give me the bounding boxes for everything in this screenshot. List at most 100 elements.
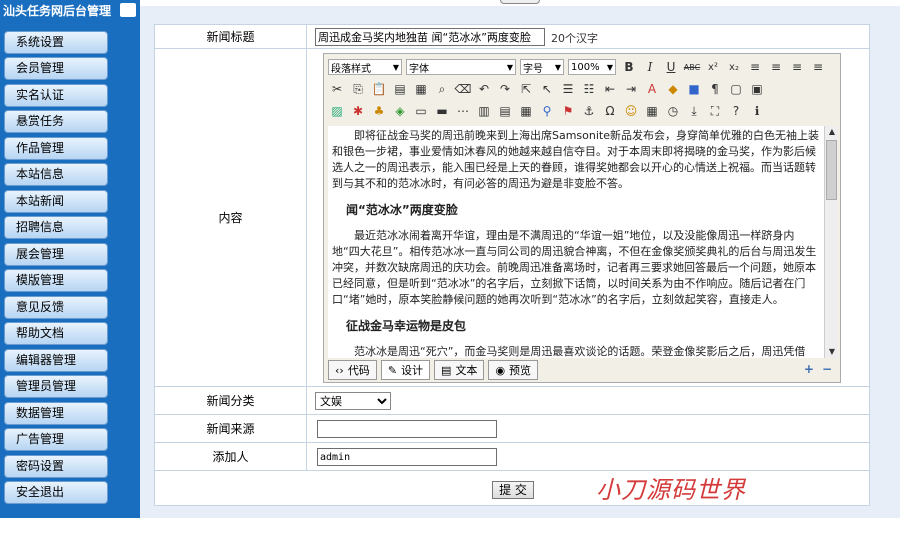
font-size-select[interactable]: 字号 ▼ — [520, 59, 564, 75]
frame-toggle-grip[interactable] — [500, 0, 540, 4]
superscript-button[interactable]: x² — [704, 58, 722, 76]
sidebar-item-ads[interactable]: 广告管理 — [4, 428, 108, 451]
align-center-button[interactable]: ≡ — [767, 58, 785, 76]
copy-icon[interactable]: ⎘ — [349, 80, 367, 98]
sidebar-item-works[interactable]: 作品管理 — [4, 137, 108, 160]
scroll-down-icon[interactable]: ▼ — [825, 346, 839, 358]
sidebar-collapse-tab[interactable] — [120, 3, 136, 17]
unlink-icon[interactable]: ⚑ — [559, 102, 577, 120]
editor-mode-tabs: ‹› 代码 ✎ 设计 ▤ 文本 ◉ 预览 — [328, 360, 542, 380]
find-icon[interactable]: ⌕ — [433, 80, 451, 98]
paragraph-style-select[interactable]: 段落样式 ▼ — [328, 59, 402, 75]
eraser-icon[interactable]: ⌫ — [454, 80, 472, 98]
category-select[interactable]: 文娱 — [315, 392, 391, 410]
format-icon[interactable]: ¶ — [706, 80, 724, 98]
scroll-up-icon[interactable]: ▲ — [825, 126, 839, 138]
emoji-icon[interactable]: ☺ — [622, 102, 640, 120]
paste-word-icon[interactable]: ▦ — [412, 80, 430, 98]
about-icon[interactable]: ℹ — [748, 102, 766, 120]
strikethrough-button[interactable]: ABC — [683, 58, 701, 76]
date-icon[interactable]: ▦ — [643, 102, 661, 120]
align-justify-button[interactable]: ≡ — [809, 58, 827, 76]
content-heading: 征战金马幸运物是皮包 — [346, 319, 467, 333]
tab-preview[interactable]: ◉ 预览 — [488, 360, 539, 380]
align-left-button[interactable]: ≡ — [746, 58, 764, 76]
flash-icon[interactable]: ✱ — [349, 102, 367, 120]
hr-icon[interactable]: ▬ — [433, 102, 451, 120]
code-icon: ‹› — [335, 363, 344, 377]
ordered-list-icon[interactable]: ☰ — [559, 80, 577, 98]
frame-icon[interactable]: ▣ — [748, 80, 766, 98]
align-right-button[interactable]: ≡ — [788, 58, 806, 76]
sidebar-item-jobs[interactable]: 招聘信息 — [4, 216, 108, 239]
sidebar-item-editor-management[interactable]: 编辑器管理 — [4, 349, 108, 372]
sidebar-item-verification[interactable]: 实名认证 — [4, 84, 108, 107]
expand-icon[interactable]: + — [804, 362, 814, 376]
zoom-select[interactable]: 100% ▼ — [568, 59, 616, 75]
paste-icon[interactable]: 📋 — [370, 80, 388, 98]
sidebar-item-reward-tasks[interactable]: 悬赏任务 — [4, 110, 108, 133]
sidebar-item-system-settings[interactable]: 系统设置 — [4, 31, 108, 54]
sidebar-item-exhibitions[interactable]: 展会管理 — [4, 243, 108, 266]
help-icon[interactable]: ? — [727, 102, 745, 120]
outdent-icon[interactable]: ⇤ — [601, 80, 619, 98]
tab-text[interactable]: ▤ 文本 — [434, 360, 485, 380]
media-icon[interactable]: ♣ — [370, 102, 388, 120]
font-family-select[interactable]: 字体 ▼ — [406, 59, 516, 75]
sidebar-item-member-management[interactable]: 会员管理 — [4, 57, 108, 80]
box-icon[interactable]: ▢ — [727, 80, 745, 98]
highlight-icon[interactable]: ◆ — [664, 80, 682, 98]
sidebar-item-site-info[interactable]: 本站信息 — [4, 163, 108, 186]
indent-icon[interactable]: ⇥ — [622, 80, 640, 98]
pointer-icon[interactable]: ↖ — [538, 80, 556, 98]
sidebar-item-site-news[interactable]: 本站新闻 — [4, 190, 108, 213]
button-icon[interactable]: ▦ — [517, 102, 535, 120]
tab-design[interactable]: ✎ 设计 — [380, 360, 431, 380]
file-icon[interactable]: ◈ — [391, 102, 409, 120]
editor-content-area[interactable]: 即将征战金马奖的周迅前晚来到上海出席Samsonite新品发布会，身穿简单优雅的… — [328, 126, 824, 358]
scroll-thumb[interactable] — [826, 140, 837, 200]
editor-toolbar-row-1: 段落样式 ▼ 字体 ▼ 字号 ▼ 100% ▼ B I U ABC x² x₂ ≡ ≡ … — [328, 56, 830, 78]
tab-code[interactable]: ‹› 代码 — [328, 360, 377, 380]
source-input[interactable] — [317, 420, 497, 438]
sidebar-item-help-docs[interactable]: 帮助文档 — [4, 322, 108, 345]
title-input[interactable] — [315, 28, 545, 46]
bgcolor-icon[interactable]: ■ — [685, 80, 703, 98]
anchor-icon[interactable]: ⚓ — [580, 102, 598, 120]
cut-icon[interactable]: ✂ — [328, 80, 346, 98]
underline-button[interactable]: U — [662, 58, 680, 76]
form-icon[interactable]: ▥ — [475, 102, 493, 120]
sidebar-item-admin-management[interactable]: 管理员管理 — [4, 375, 108, 398]
italic-button[interactable]: I — [641, 58, 659, 76]
input-icon[interactable]: ▤ — [496, 102, 514, 120]
sidebar-item-data-management[interactable]: 数据管理 — [4, 402, 108, 425]
select-icon[interactable]: ⇱ — [517, 80, 535, 98]
font-color-icon[interactable]: A — [643, 80, 661, 98]
page-break-icon[interactable]: ⤓ — [685, 102, 703, 120]
subscript-button[interactable]: x₂ — [725, 58, 743, 76]
link-icon[interactable]: ⚲ — [538, 102, 556, 120]
sidebar-item-password[interactable]: 密码设置 — [4, 455, 108, 478]
shrink-icon[interactable]: − — [822, 362, 832, 376]
undo-icon[interactable]: ↶ — [475, 80, 493, 98]
table-icon[interactable]: ▭ — [412, 102, 430, 120]
content-paragraph: 即将征战金马奖的周迅前晚来到上海出席Samsonite新品发布会，身穿简单优雅的… — [332, 129, 820, 190]
time-icon[interactable]: ◷ — [664, 102, 682, 120]
paste-text-icon[interactable]: ▤ — [391, 80, 409, 98]
redo-icon[interactable]: ↷ — [496, 80, 514, 98]
submit-button[interactable]: 提 交 — [492, 481, 534, 499]
title-hint: 20个汉字 — [551, 32, 598, 45]
editor-scrollbar[interactable]: ▲ ▼ — [824, 126, 838, 358]
fullscreen-icon[interactable]: ⛶ — [706, 102, 724, 120]
special-char-icon[interactable]: Ω — [601, 102, 619, 120]
sidebar-item-feedback[interactable]: 意见反馈 — [4, 296, 108, 319]
form-row-content: 内容 段落样式 ▼ 字体 ▼ 字号 ▼ 100% ▼ B I U ABC x² x₂ ≡ — [155, 49, 869, 387]
unordered-list-icon[interactable]: ☷ — [580, 80, 598, 98]
sidebar-item-logout[interactable]: 安全退出 — [4, 481, 108, 504]
category-label: 新闻分类 — [155, 387, 307, 414]
image-icon[interactable]: ▨ — [328, 102, 346, 120]
author-input[interactable] — [317, 448, 497, 466]
sidebar-item-templates[interactable]: 模版管理 — [4, 269, 108, 292]
marquee-icon[interactable]: ⋯ — [454, 102, 472, 120]
bold-button[interactable]: B — [620, 58, 638, 76]
